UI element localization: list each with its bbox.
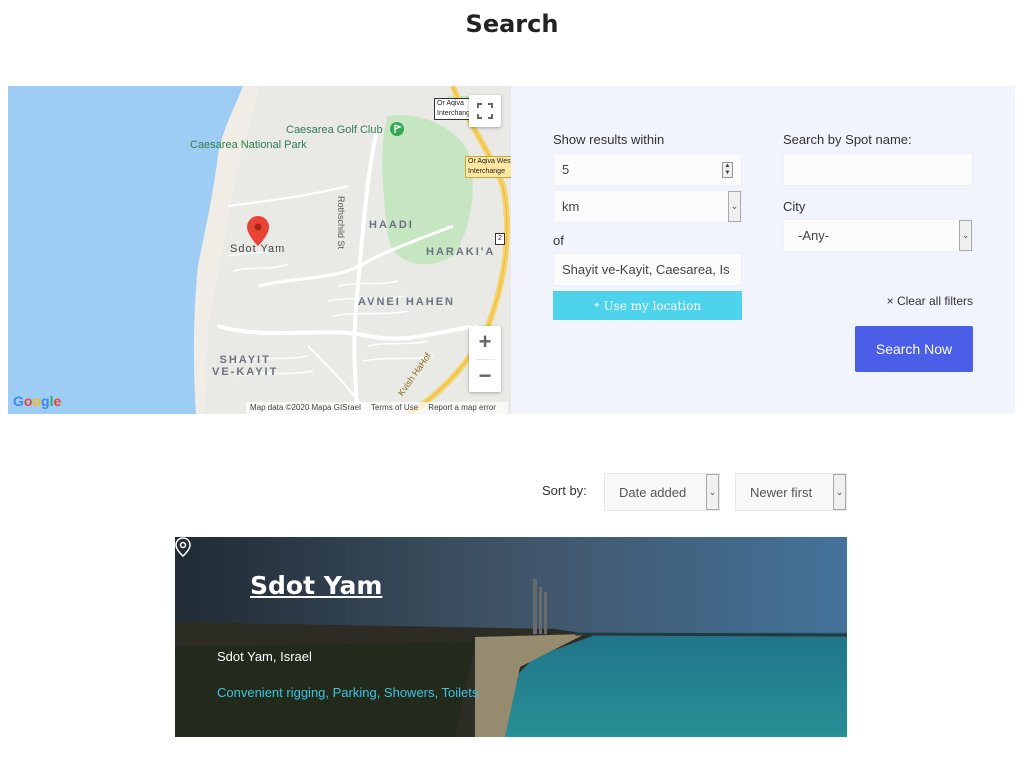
map[interactable]: Caesarea Golf Club Caesarea National Par…	[8, 86, 511, 414]
chevron-down-icon: ⌄	[833, 474, 846, 510]
clear-filters-link[interactable]: × Clear all filters	[887, 294, 973, 308]
chevron-down-icon: ⌄	[706, 474, 719, 510]
result-card-image	[175, 537, 847, 737]
zoom-controls: + −	[469, 326, 501, 392]
location-input[interactable]: Shayit ve-Kayit, Caesarea, Is	[553, 253, 742, 286]
terms-of-use-link[interactable]: Terms of Use	[371, 403, 418, 412]
city-select[interactable]: -Any- ⌄	[783, 219, 973, 252]
fullscreen-button[interactable]	[469, 95, 501, 127]
zoom-out-button[interactable]: −	[469, 360, 501, 393]
golf-icon	[390, 122, 404, 136]
spot-name-label: Search by Spot name:	[783, 132, 912, 147]
map-label-or-aqiva-west: Or Aqiva West Interchange	[465, 156, 511, 178]
location-pin-icon	[175, 537, 191, 557]
map-label-haraki-a: HARAKI'A	[426, 246, 496, 258]
result-card[interactable]: Sdot Yam Sdot Yam, Israel Convenient rig…	[175, 537, 847, 737]
search-now-button[interactable]: Search Now	[855, 326, 973, 372]
location-value: Shayit ve-Kayit, Caesarea, Is	[562, 262, 730, 277]
sort-order-value: Newer first	[750, 484, 813, 500]
map-data-credit: Map data ©2020 Mapa GISrael	[250, 403, 361, 412]
road-shield: 2	[495, 233, 505, 245]
zoom-in-button[interactable]: +	[469, 326, 501, 359]
use-my-location-button[interactable]: ⌖ Use my location	[553, 291, 742, 320]
map-label-avnei-hahen: AVNEI HAHEN	[358, 296, 455, 308]
result-amenities[interactable]: Convenient rigging, Parking, Showers, To…	[217, 685, 478, 700]
search-panel: Show results within 5 ▲ ▼ km ⌄ of Shayit …	[511, 86, 1015, 414]
of-label: of	[553, 233, 564, 248]
city-value: -Any-	[798, 228, 830, 243]
map-label-golf-club: Caesarea Golf Club	[286, 124, 383, 136]
radius-input[interactable]: 5 ▲ ▼	[553, 153, 742, 186]
sort-field-select[interactable]: Date added ⌄	[604, 473, 720, 511]
result-title-link[interactable]: Sdot Yam	[250, 571, 382, 600]
map-label-haadi: HAADI	[369, 219, 414, 231]
radius-value: 5	[562, 162, 570, 177]
map-label-rothschild: Rothschild St	[336, 196, 346, 250]
radius-label: Show results within	[553, 132, 665, 147]
unit-value: km	[562, 199, 580, 214]
unit-select[interactable]: km ⌄	[553, 190, 742, 223]
map-label-sdot-yam: Sdot Yam	[230, 243, 286, 255]
location-crosshair-icon: ⌖	[593, 300, 600, 311]
page-title: Search	[465, 10, 559, 38]
spot-name-input[interactable]	[783, 153, 973, 186]
map-attribution: Map data ©2020 Mapa GISrael Terms of Use…	[246, 402, 508, 414]
result-location: Sdot Yam, Israel	[217, 649, 312, 664]
sort-label: Sort by:	[542, 483, 587, 498]
chevron-down-icon: ⌄	[728, 191, 741, 222]
fullscreen-icon	[477, 103, 493, 119]
report-map-error-link[interactable]: Report a map error	[428, 403, 496, 412]
sort-order-select[interactable]: Newer first ⌄	[735, 473, 847, 511]
chevron-down-icon: ⌄	[959, 220, 972, 251]
radius-stepper-icon[interactable]: ▲ ▼	[722, 162, 733, 178]
map-label-national-park: Caesarea National Park	[190, 139, 307, 151]
map-label-shayit-ve-kayit: SHAYIT VE-KAYIT	[212, 354, 279, 378]
map-marker[interactable]	[247, 216, 269, 246]
sort-field-value: Date added	[619, 484, 687, 500]
use-my-location-label: Use my location	[603, 298, 702, 313]
city-label: City	[783, 199, 806, 214]
google-logo[interactable]: Google	[13, 393, 61, 409]
